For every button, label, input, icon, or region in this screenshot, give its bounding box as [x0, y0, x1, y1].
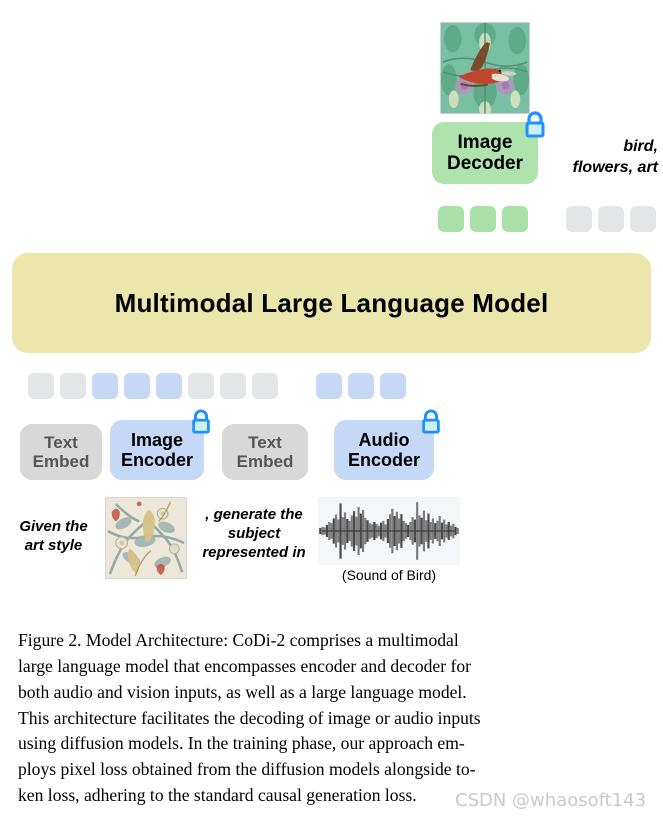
- figure-caption: Figure 2. Model Architecture: CoDi-2 com…: [18, 628, 646, 809]
- text-embed-module-2[interactable]: Text Embed: [222, 424, 308, 480]
- input-token-blue: [348, 373, 374, 399]
- output-token-gray: [566, 206, 592, 232]
- prompt-part1-line1: Given the: [19, 518, 88, 535]
- text-embed-1-line2: Embed: [32, 452, 90, 471]
- caption-line: using diffusion models. In the training …: [18, 733, 465, 754]
- prompt-part1-line2: art style: [24, 536, 83, 554]
- text-embed-1-line1: Text: [44, 432, 78, 452]
- input-token-gray: [220, 373, 246, 399]
- output-image: [440, 22, 530, 114]
- image-encoder-module[interactable]: Image Encoder: [110, 409, 210, 480]
- audio-encoder-line2: Encoder: [347, 450, 421, 470]
- output-caption-line2: flowers, art: [572, 158, 658, 176]
- output-token-green: [502, 206, 528, 232]
- output-caption-line1: bird,: [623, 138, 658, 155]
- prompt-part2-line3: represented in: [202, 543, 306, 561]
- prompt-text-part1: Given the art style: [6, 518, 101, 556]
- audio-encoder-module[interactable]: Audio Encoder: [334, 409, 440, 480]
- bird-tapestry-illustration: [441, 23, 529, 113]
- input-token-gray: [188, 373, 214, 399]
- mllm-module[interactable]: Multimodal Large Language Model: [12, 253, 651, 353]
- token-gap: [284, 373, 310, 399]
- text-embed-module-1[interactable]: Text Embed: [20, 424, 102, 480]
- input-token-blue: [380, 373, 406, 399]
- audio-waveform: [318, 497, 460, 565]
- input-token-gray: [60, 373, 86, 399]
- input-token-blue: [156, 373, 182, 399]
- text-embed-2-line1: Text: [248, 432, 282, 452]
- input-token-gray: [252, 373, 278, 399]
- waveform-illustration: [319, 502, 459, 560]
- art-style-image: [105, 497, 187, 579]
- input-token-row: [28, 373, 406, 399]
- output-token-gray: [598, 206, 624, 232]
- input-token-gray: [28, 373, 54, 399]
- morris-floral-illustration: [106, 498, 186, 578]
- input-token-blue: [92, 373, 118, 399]
- image-encoder-line1: Image: [130, 429, 184, 450]
- watermark: CSDN @whaosoft143: [455, 790, 647, 811]
- input-token-blue: [316, 373, 342, 399]
- prompt-text-part2: , generate the subject represented in: [192, 506, 316, 562]
- lock-icon: [522, 110, 548, 140]
- token-gap: [534, 206, 560, 232]
- figure-page: Image Decoder bird, flowers, art Multimo…: [0, 0, 663, 830]
- input-token-blue: [124, 373, 150, 399]
- text-embed-2-line2: Embed: [236, 452, 294, 471]
- output-token-gray: [630, 206, 656, 232]
- output-text-caption: bird, flowers, art: [548, 137, 658, 179]
- image-decoder-module[interactable]: Image Decoder: [432, 111, 545, 184]
- caption-line: This architecture facilitates the decodi…: [18, 707, 481, 728]
- image-decoder-label-line2: Decoder: [446, 153, 524, 174]
- caption-line: both audio and vision inputs, as well as…: [18, 681, 467, 702]
- audio-caption: (Sound of Bird): [341, 567, 437, 583]
- output-token-green: [470, 206, 496, 232]
- output-token-row: [438, 206, 656, 232]
- image-encoder-line2: Encoder: [120, 450, 194, 470]
- caption-line: ploys pixel loss obtained from the diffu…: [18, 759, 476, 780]
- audio-encoder-line1: Audio: [358, 429, 410, 450]
- caption-line: Figure 2. Model Architecture: CoDi-2 com…: [18, 630, 459, 650]
- prompt-part2-line1: , generate the: [205, 506, 303, 523]
- lock-icon: [188, 408, 214, 438]
- mllm-label: Multimodal Large Language Model: [114, 287, 549, 318]
- output-token-green: [438, 206, 464, 232]
- caption-line: large language model that encompasses en…: [18, 655, 472, 676]
- image-decoder-label-line1: Image: [457, 131, 513, 153]
- lock-icon: [418, 408, 444, 438]
- prompt-part2-line2: subject: [227, 524, 281, 542]
